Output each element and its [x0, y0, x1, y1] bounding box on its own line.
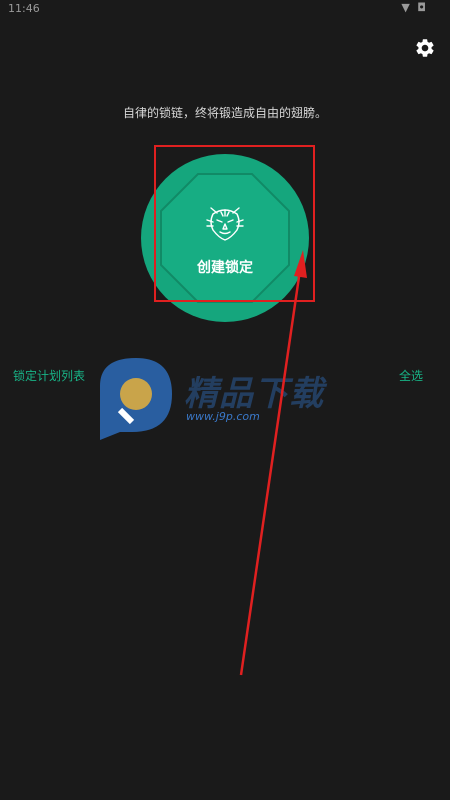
motto-text: 自律的锁链，终将锻造成自由的翅膀。 — [122, 106, 327, 120]
status-bar: 11:46 ▼ ◘ — [0, 0, 450, 20]
create-lock-area: 创建锁定 — [141, 154, 309, 322]
create-lock-button[interactable]: 创建锁定 — [141, 154, 309, 322]
status-icons: ▼ ◘ — [401, 1, 428, 14]
status-time: 11:46 — [8, 2, 40, 15]
create-lock-label: 创建锁定 — [197, 260, 253, 276]
gear-icon — [416, 39, 434, 57]
watermark-url: www.j9p.com — [186, 410, 260, 423]
settings-button[interactable] — [414, 37, 436, 59]
plan-list-title: 锁定计划列表 — [13, 369, 86, 383]
select-all-button[interactable]: 全选 — [399, 367, 423, 384]
watermark: 精品下载 www.j9p.com — [98, 356, 358, 446]
tiger-icon — [206, 207, 244, 241]
watermark-logo-icon — [100, 358, 172, 440]
watermark-text: 精品下载 — [184, 374, 324, 414]
